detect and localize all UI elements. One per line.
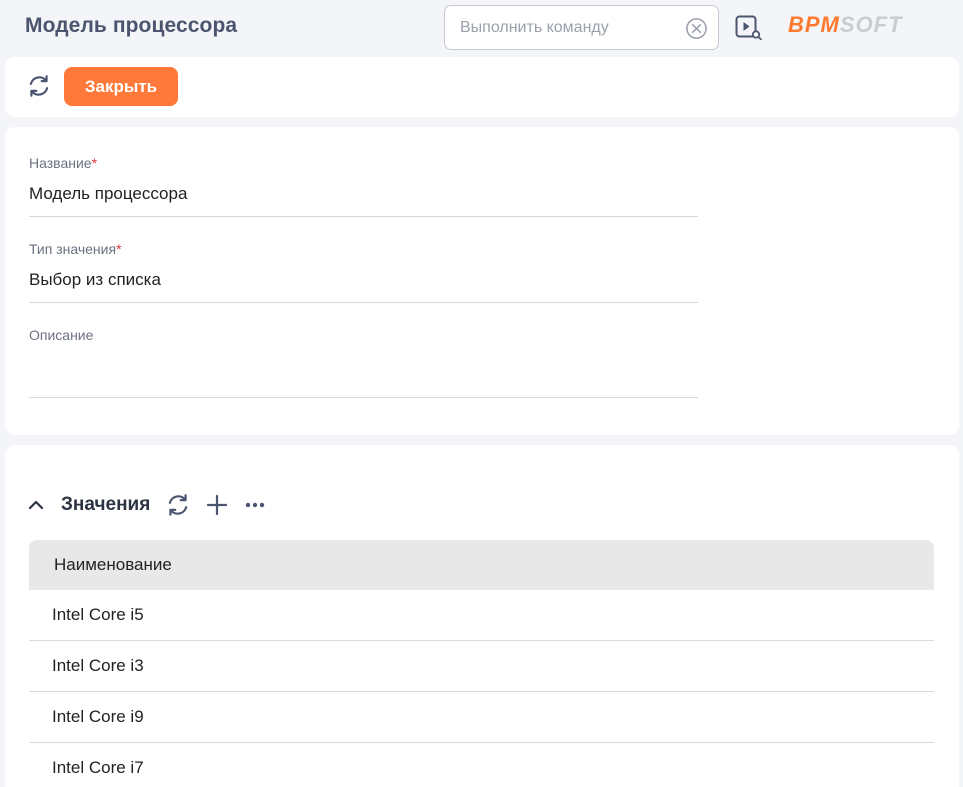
name-label-text: Название [29, 155, 92, 171]
close-button[interactable]: Закрыть [64, 67, 178, 106]
value-type-value[interactable]: Выбор из списка [29, 270, 698, 303]
value-type-label: Тип значения* [29, 241, 698, 257]
description-field[interactable]: Описание [29, 327, 698, 398]
column-header-name[interactable]: Наименование [29, 540, 934, 590]
header: Модель процессора BPMSOFT [0, 0, 963, 56]
values-detail: Значения Наименование Intel Core i5 Inte… [5, 445, 959, 787]
plus-icon[interactable] [205, 493, 229, 517]
values-grid: Наименование Intel Core i5 Intel Core i3… [29, 540, 934, 787]
detail-title: Значения [61, 494, 151, 515]
description-value[interactable] [29, 356, 698, 398]
name-label: Название* [29, 155, 698, 171]
more-icon[interactable] [243, 493, 267, 517]
table-row[interactable]: Intel Core i9 [29, 692, 934, 743]
refresh-icon[interactable] [165, 492, 191, 518]
value-type-field[interactable]: Тип значения* Выбор из списка [29, 241, 698, 303]
logo-soft: SOFT [839, 12, 903, 37]
detail-header: Значения [27, 491, 427, 519]
name-field[interactable]: Название* Модель процессора [29, 155, 698, 217]
name-value[interactable]: Модель процессора [29, 184, 698, 217]
clear-icon[interactable] [685, 17, 708, 40]
table-row[interactable]: Intel Core i5 [29, 590, 934, 641]
chevron-up-icon[interactable] [27, 497, 45, 513]
table-row[interactable]: Intel Core i7 [29, 743, 934, 787]
table-row[interactable]: Intel Core i3 [29, 641, 934, 692]
command-input[interactable] [460, 18, 680, 38]
logo-bpm: BPM [788, 12, 840, 37]
command-search-box[interactable] [444, 5, 719, 50]
bpmsoft-logo: BPMSOFT [788, 12, 903, 38]
required-mark: * [91, 155, 98, 171]
value-type-label-text: Тип значения [29, 241, 117, 257]
description-label: Описание [29, 327, 94, 343]
play-search-icon[interactable] [735, 15, 762, 41]
required-mark: * [116, 241, 122, 257]
refresh-icon[interactable] [26, 73, 52, 99]
form-card: Название* Модель процессора Тип значения… [5, 127, 959, 435]
action-toolbar: Закрыть [5, 57, 959, 117]
page-title: Модель процессора [25, 14, 238, 37]
